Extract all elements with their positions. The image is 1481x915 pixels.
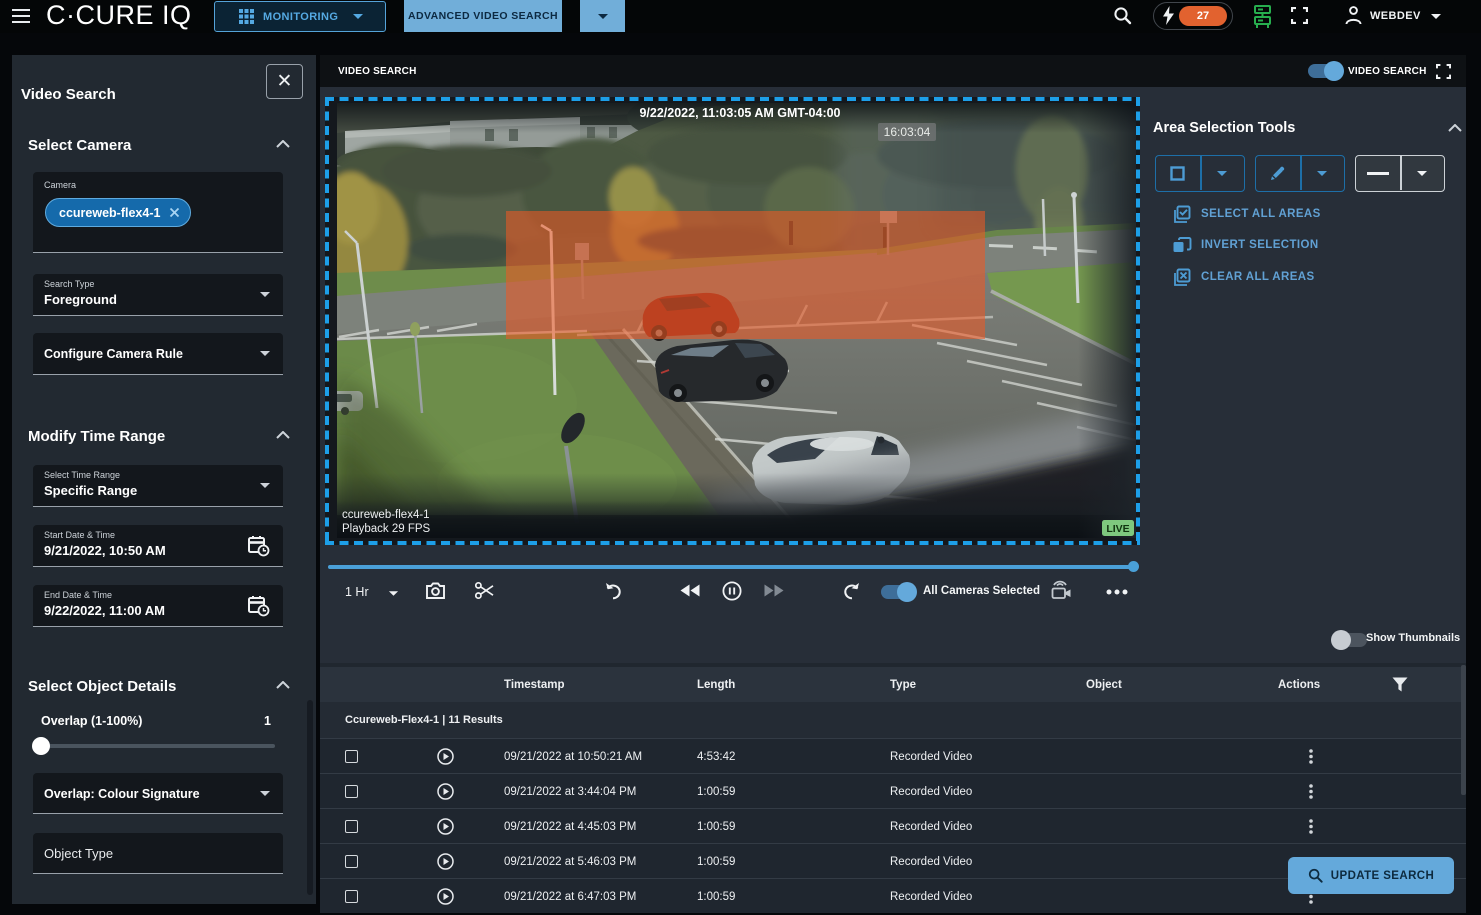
svg-text:Playback 29 FPS: Playback 29 FPS bbox=[342, 523, 431, 535]
svg-text:ccureweb-flex4-1: ccureweb-flex4-1 bbox=[342, 509, 430, 521]
svg-text:16:03:04: 16:03:04 bbox=[884, 125, 931, 139]
svg-text:9/22/2022, 11:03:05 AM GMT-04:: 9/22/2022, 11:03:05 AM GMT-04:00 bbox=[639, 106, 840, 120]
svg-text:LIVE: LIVE bbox=[1106, 523, 1129, 535]
